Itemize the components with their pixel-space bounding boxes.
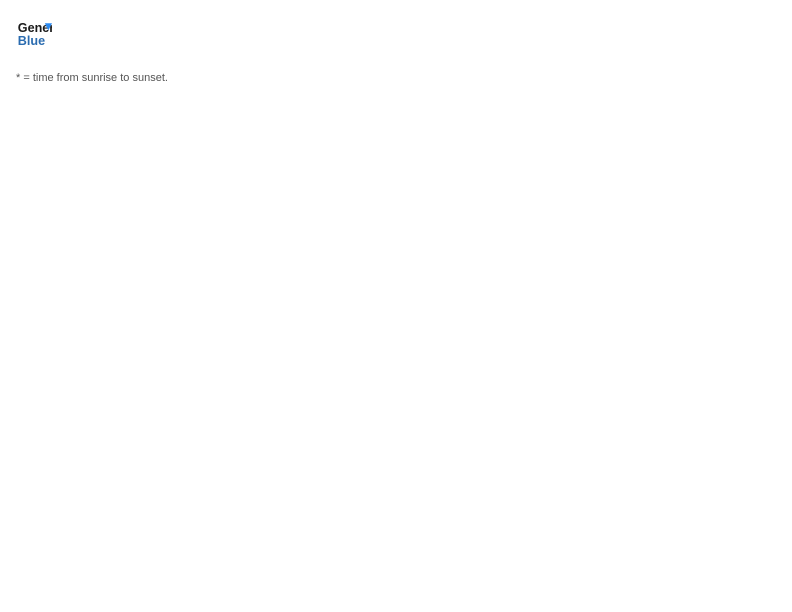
header: General Blue (16, 16, 776, 52)
svg-text:Blue: Blue (18, 34, 45, 48)
logo-icon: General Blue (16, 16, 52, 52)
logo: General Blue (16, 16, 52, 52)
footer-note: * = time from sunrise to sunset. (16, 72, 776, 84)
